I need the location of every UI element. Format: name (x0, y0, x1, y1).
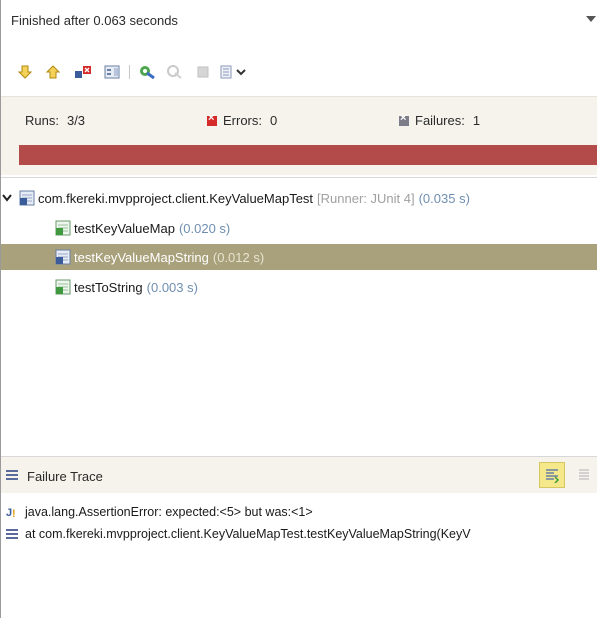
test-item-pass[interactable]: testKeyValueMap (0.020 s) (55, 215, 355, 241)
filter-stack-trace-button[interactable] (539, 462, 565, 488)
stack-trace-icon (6, 470, 18, 480)
test-time: (0.003 s) (146, 279, 198, 295)
junit-failure-icon: J! (6, 505, 20, 519)
runs-label: Runs: (25, 113, 59, 128)
suite-runner: [Runner: JUnit 4] (317, 190, 415, 206)
status-row: Finished after 0.063 seconds (1, 0, 597, 44)
chevron-down-icon[interactable] (1, 192, 13, 204)
previous-failure-icon[interactable] (43, 62, 63, 82)
progress-bar (19, 145, 597, 165)
failure-trace-title: Failure Trace (27, 469, 103, 484)
runs-counter: Runs: 3/3 (25, 113, 85, 128)
test-run-history-icon[interactable] (219, 62, 249, 82)
toolbar (15, 62, 575, 84)
test-name: testToString (74, 279, 143, 295)
status-text: Finished after 0.063 seconds (11, 13, 178, 28)
failures-value: 1 (472, 113, 481, 128)
stack-frame-icon (6, 529, 20, 539)
test-failure-icon (55, 249, 71, 265)
trace-text: java.lang.AssertionError: expected:<5> b… (25, 505, 313, 519)
suite-name: com.fkereki.mvpproject.client.KeyValueMa… (38, 190, 314, 206)
errors-value: 0 (270, 113, 278, 128)
test-item-pass[interactable]: testToString (0.003 s) (55, 274, 355, 300)
test-name: testKeyValueMapString (74, 249, 209, 265)
test-suite-error-icon (19, 190, 35, 206)
test-item-failed-selected[interactable]: testKeyValueMapString (0.012 s) (1, 244, 597, 270)
trace-line[interactable]: J! java.lang.AssertionError: expected:<5… (6, 502, 313, 522)
rerun-test-icon[interactable] (137, 62, 157, 82)
test-pass-icon (55, 279, 71, 295)
scroll-lock-icon[interactable] (103, 62, 123, 82)
filter-icon (546, 469, 560, 483)
runs-value: 3/3 (66, 113, 86, 128)
svg-text:!: ! (12, 508, 16, 519)
view-menu-icon[interactable] (586, 16, 596, 22)
suite-time: (0.035 s) (418, 190, 470, 206)
failure-icon (399, 112, 409, 126)
error-icon (207, 112, 217, 126)
counters-bar: Runs: 3/3 Errors: 0 Failures: 1 (1, 96, 597, 141)
show-failures-only-icon[interactable] (73, 62, 93, 82)
progress-area (1, 140, 597, 175)
trace-line[interactable]: at com.fkereki.mvpproject.client.KeyValu… (6, 524, 471, 544)
trace-text: at com.fkereki.mvpproject.client.KeyValu… (25, 527, 471, 541)
test-time: (0.020 s) (178, 220, 231, 236)
test-name: testKeyValueMap (74, 220, 175, 236)
failures-counter: Failures: 1 (399, 112, 481, 128)
failure-trace-header: Failure Trace (1, 456, 597, 494)
toolbar-separator (129, 65, 130, 79)
stop-icon[interactable] (193, 62, 213, 82)
errors-label: Errors: (223, 113, 262, 128)
test-time: (0.012 s) (212, 249, 265, 265)
next-failure-icon[interactable] (15, 62, 35, 82)
failure-trace-body: J! java.lang.AssertionError: expected:<5… (1, 493, 597, 618)
failures-label: Failures: (415, 113, 465, 128)
rerun-failed-first-icon[interactable] (165, 62, 185, 82)
test-tree: com.fkereki.mvpproject.client.KeyValueMa… (1, 177, 597, 456)
tree-root[interactable]: com.fkereki.mvpproject.client.KeyValueMa… (1, 185, 470, 211)
test-pass-icon (55, 220, 71, 236)
compare-results-icon[interactable] (577, 467, 597, 483)
junit-view: Finished after 0.063 seconds Runs: 3/3 ×… (0, 0, 597, 618)
errors-counter: Errors: 0 (207, 112, 278, 128)
